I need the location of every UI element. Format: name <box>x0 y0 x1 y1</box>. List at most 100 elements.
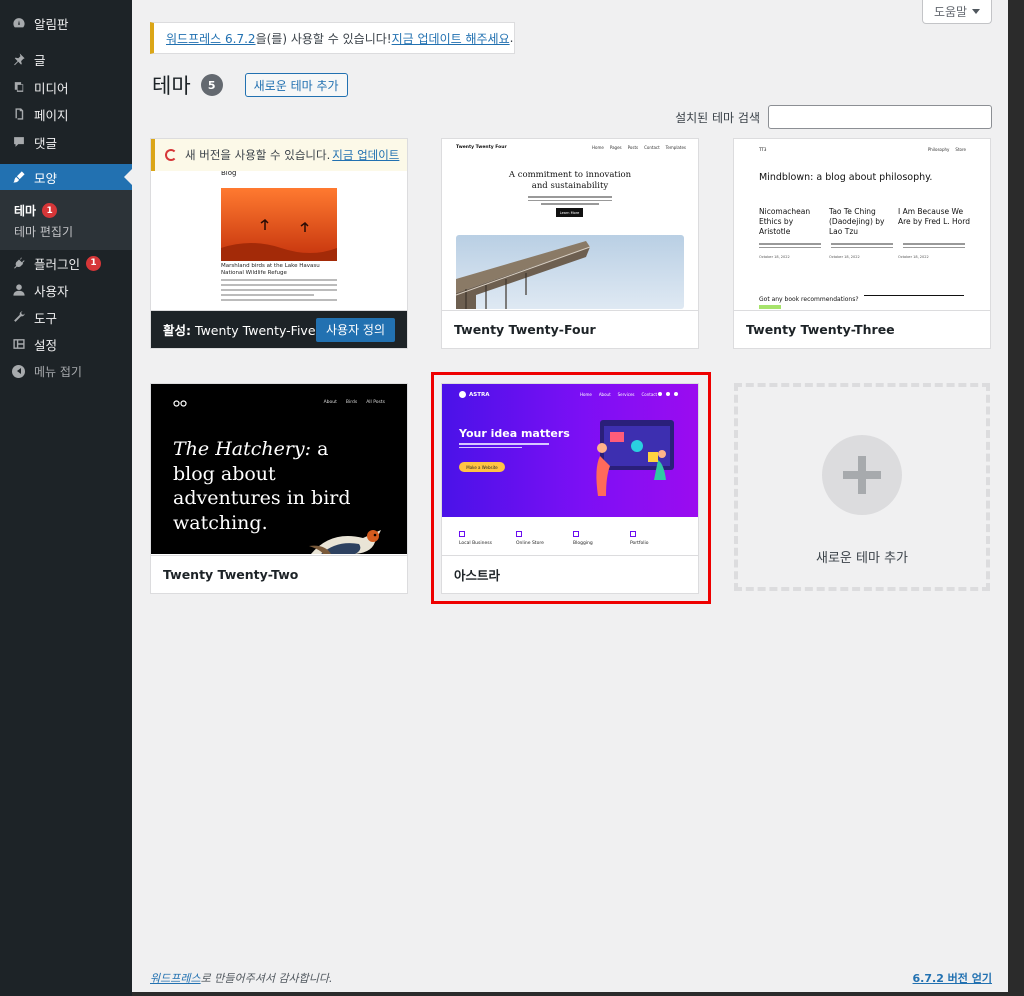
shot-nav: Philosophy Store <box>928 147 966 152</box>
shot-nav-item: About <box>323 400 337 405</box>
comment-icon <box>14 137 24 147</box>
shot-nav-item: Home <box>592 145 604 150</box>
shot-post-date: October 18, 2022 <box>898 255 929 259</box>
sidebar-item-comments[interactable]: 댓글 <box>0 129 132 155</box>
wordpress-link[interactable]: 워드프레스 <box>150 972 201 985</box>
update-now-link[interactable]: 지금 업데이트 해주세요 <box>392 30 510 47</box>
sidebar-item-appearance[interactable]: 모양 <box>0 164 132 190</box>
shot-headline-em: The Hatchery: <box>173 438 312 460</box>
shot-nav-item: Contact <box>644 145 660 150</box>
theme-name-text: Twenty Twenty-Five <box>195 323 316 338</box>
shot-divider <box>864 295 964 296</box>
binoculars-icon <box>173 400 187 407</box>
shot-caption: Marshland birds at the Lake Havasu Natio… <box>221 263 320 276</box>
get-version-link[interactable]: 6.7.2 버전 얻기 <box>913 970 992 986</box>
theme-name: Twenty Twenty-Two <box>151 555 407 593</box>
update-icon <box>165 149 177 161</box>
submenu-item-theme-editor[interactable]: 테마 편집기 <box>14 223 73 240</box>
notice-text: 을(를) 사용할 수 있습니다! <box>255 31 392 46</box>
highlight-box <box>431 372 711 604</box>
help-button[interactable]: 도움말 <box>922 0 992 24</box>
shot-post-date: October 18, 2022 <box>829 255 860 259</box>
update-count-badge: 1 <box>86 255 102 271</box>
search-label: 설치된 테마 검색 <box>675 110 760 125</box>
sidebar-item-label: 모양 <box>34 170 58 186</box>
sidebar-item-label: 설정 <box>34 337 58 353</box>
shot-cta: Got any book recommendations? <box>759 296 859 303</box>
sidebar-item-plugins[interactable]: 플러그인 1 <box>0 250 132 276</box>
chevron-down-icon <box>972 9 981 14</box>
shot-nav-item: All Posts <box>366 400 385 405</box>
add-new-theme-card[interactable]: 새로운 테마 추가 <box>734 383 990 591</box>
update-text: 새 버전을 사용할 수 있습니다. <box>185 148 331 162</box>
shot-nav: Home Pages Posts Contact Templates <box>592 145 686 150</box>
shot-post-date: October 18, 2022 <box>759 255 790 259</box>
appearance-submenu: 테마 1 테마 편집기 <box>0 190 132 250</box>
sidebar-item-tools[interactable]: 도구 <box>0 304 132 330</box>
tool-icon <box>14 311 25 322</box>
footer-thanks: 워드프레스로 만들어주셔서 감사합니다. <box>150 970 333 986</box>
theme-update-link[interactable]: 지금 업데이트 <box>332 147 399 163</box>
customize-button[interactable]: 사용자 정의 <box>315 317 395 342</box>
shot-button: Learn More <box>556 208 583 217</box>
shot-nav-item: Posts <box>627 145 639 150</box>
sidebar-item-settings[interactable]: 설정 <box>0 331 132 357</box>
theme-card-twenty-twenty-two[interactable]: About Birds All Posts The Hatchery: a bl… <box>150 383 408 594</box>
page-icon <box>15 108 24 120</box>
dashboard-icon <box>13 18 25 28</box>
add-new-theme-button[interactable]: 새로운 테마 추가 <box>244 73 348 97</box>
submenu-item-themes[interactable]: 테마 1 <box>14 202 58 219</box>
active-prefix: 활성: <box>163 323 191 338</box>
shot-site-title: TT3 <box>759 147 767 152</box>
theme-name: Twenty Twenty-Four <box>442 310 698 348</box>
sidebar-item-label: 사용자 <box>34 283 69 299</box>
shot-nav-item: Birds <box>345 400 358 405</box>
window-edge <box>1008 0 1024 996</box>
theme-name-bar: 활성: Twenty Twenty-Five 사용자 정의 <box>151 310 407 348</box>
shot-post-title: Tao Te Ching (Daodejing) by Lao Tzu <box>829 207 885 236</box>
sidebar-item-users[interactable]: 사용자 <box>0 277 132 303</box>
wordpress-version-link[interactable]: 워드프레스 6.7.2 <box>166 30 256 47</box>
shot-nav-item: Pages <box>609 145 622 150</box>
theme-card-twenty-twenty-three[interactable]: TT3 Philosophy Store Mindblown: a blog a… <box>733 138 991 349</box>
theme-screenshot[interactable]: 새 버전을 사용할 수 있습니다. 지금 업데이트 Blog Marshland… <box>151 139 407 309</box>
appearance-icon <box>13 171 25 183</box>
sidebar-item-label: 도구 <box>34 310 58 326</box>
shot-nav-item: Templates <box>665 145 686 150</box>
shot-nav: About Birds All Posts <box>324 400 385 405</box>
shot-cta-accent <box>759 305 781 309</box>
theme-card-twenty-twenty-four[interactable]: Twenty Twenty Four Home Pages Posts Cont… <box>441 138 699 349</box>
sidebar-item-label: 댓글 <box>34 135 58 151</box>
theme-count-badge: 5 <box>200 74 223 96</box>
sidebar-item-media[interactable]: 미디어 <box>0 74 132 100</box>
sidebar-item-pages[interactable]: 페이지 <box>0 101 132 127</box>
page-header: 테마 5 새로운 테마 추가 <box>152 70 348 100</box>
search-input[interactable] <box>768 105 992 129</box>
pin-icon <box>14 53 25 66</box>
collapse-menu-button[interactable]: 메뉴 접기 <box>0 358 132 384</box>
theme-screenshot[interactable]: About Birds All Posts The Hatchery: a bl… <box>151 384 407 554</box>
shot-nav-item: Store <box>955 147 966 152</box>
theme-name: Twenty Twenty-Three <box>734 310 990 348</box>
theme-search: 설치된 테마 검색 <box>675 105 992 129</box>
update-count-badge: 1 <box>42 203 58 218</box>
sidebar-item-label: 알림판 <box>34 16 69 32</box>
main-content: 도움말 워드프레스 6.7.2 을(를) 사용할 수 있습니다! 지금 업데이트… <box>132 0 1008 996</box>
shot-site-title: Twenty Twenty Four <box>456 145 507 150</box>
shot-post-title: Nicomachean Ethics by Aristotle <box>759 207 811 236</box>
sidebar-item-dashboard[interactable]: 알림판 <box>0 10 132 36</box>
update-notice: 워드프레스 6.7.2 을(를) 사용할 수 있습니다! 지금 업데이트 해주세… <box>150 22 515 54</box>
sidebar-item-posts[interactable]: 글 <box>0 46 132 72</box>
theme-screenshot[interactable]: Twenty Twenty Four Home Pages Posts Cont… <box>442 139 698 309</box>
bird-illustration <box>309 530 381 554</box>
sidebar-item-label: 미디어 <box>34 80 69 96</box>
plus-icon <box>822 435 902 515</box>
shot-subtext <box>528 196 612 205</box>
user-icon <box>13 284 25 296</box>
sidebar-item-label: 글 <box>34 52 46 68</box>
shot-nav-item: Philosophy <box>927 147 950 152</box>
submenu-item-label: 테마 <box>14 204 37 218</box>
theme-screenshot[interactable]: TT3 Philosophy Store Mindblown: a blog a… <box>734 139 990 309</box>
theme-card-twenty-twenty-five[interactable]: 새 버전을 사용할 수 있습니다. 지금 업데이트 Blog Marshland… <box>150 138 408 349</box>
page-title: 테마 <box>152 74 191 98</box>
